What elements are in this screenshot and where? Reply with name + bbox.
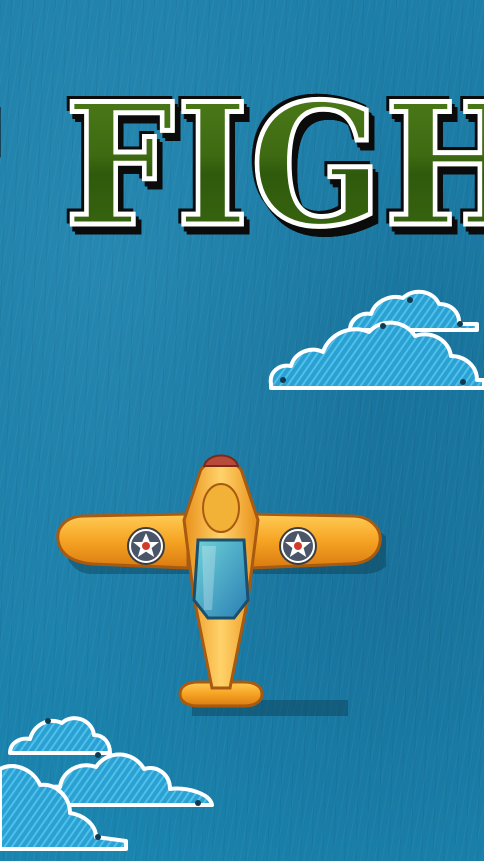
game-title-text: ' FIGHT: [0, 68, 484, 263]
game-screen[interactable]: ' FIGHT: [0, 0, 484, 861]
game-title-logo: ' FIGHT: [0, 68, 484, 263]
cloud-group-lower-left: [0, 716, 214, 851]
cloud-icon: [268, 320, 484, 390]
cloud-icon: [348, 289, 479, 332]
cloud-group-upper-right: [268, 289, 484, 390]
nose-cone: [202, 454, 240, 467]
cockpit-canopy: [192, 538, 250, 620]
left-wing: [56, 512, 190, 570]
player-plane[interactable]: [52, 448, 386, 718]
star-roundel-icon: [279, 527, 317, 565]
star-roundel-icon: [127, 527, 165, 565]
cloud-icon: [8, 716, 112, 755]
